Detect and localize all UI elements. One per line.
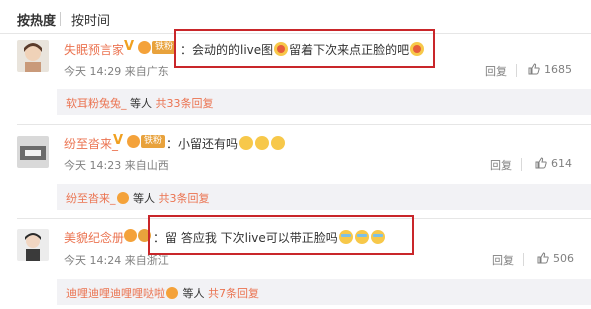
view-replies-link[interactable]: 共7条回复 bbox=[208, 287, 259, 300]
crying-emoji-icon bbox=[338, 230, 353, 244]
thumbs-up-icon bbox=[537, 252, 549, 264]
tab-separator bbox=[60, 12, 61, 26]
divider bbox=[17, 124, 591, 125]
tab-by-time[interactable]: 按时间 bbox=[71, 10, 110, 29]
reply-button[interactable]: 回复 bbox=[490, 157, 512, 173]
laughing-emoji-icon bbox=[239, 136, 254, 150]
thumbs-up-icon bbox=[535, 157, 547, 169]
sub-replies-bar: 纷至沓来_ 等人 共3条回复 bbox=[57, 184, 591, 210]
comment-text-part: ：留 答应我 下次live可以带正脸吗 bbox=[153, 231, 338, 245]
crying-emoji-icon bbox=[354, 230, 369, 244]
sub-reply-user[interactable]: 迪哩迪哩迪哩哩哒啦 bbox=[66, 287, 165, 300]
medal-icon bbox=[116, 192, 129, 204]
like-button[interactable]: 1685 bbox=[528, 63, 572, 76]
medal-icon bbox=[138, 41, 151, 54]
fan-badge: 铁粉 bbox=[152, 41, 177, 54]
sub-reply-middle: 等人 bbox=[129, 192, 159, 205]
avatar[interactable] bbox=[17, 229, 49, 261]
sub-replies-summary: 纷至沓来_ 等人 共3条回复 bbox=[66, 190, 210, 206]
crying-emoji-icon bbox=[370, 230, 385, 244]
like-count: 1685 bbox=[544, 63, 572, 76]
tabs-divider bbox=[0, 33, 591, 34]
like-count: 614 bbox=[551, 157, 572, 170]
comment-time-location: 今天 14:29 来自广东 bbox=[64, 65, 169, 78]
medal-icon bbox=[127, 135, 140, 148]
comment-time-location: 今天 14:24 来自浙江 bbox=[64, 254, 169, 267]
laughing-emoji-icon bbox=[255, 136, 270, 150]
commenter-name[interactable]: 失眠预言家 bbox=[64, 41, 124, 58]
tab-by-heat[interactable]: 按热度 bbox=[17, 10, 56, 29]
view-replies-link[interactable]: 共33条回复 bbox=[156, 97, 214, 110]
comment-text: ：会动的的live图 留着下次来点正脸的吧 bbox=[180, 41, 425, 58]
medal-icon bbox=[166, 287, 178, 299]
sub-reply-middle: 等人 bbox=[179, 287, 208, 300]
reply-button[interactable]: 回复 bbox=[485, 63, 507, 79]
comment-text-part: ：会动的的live图 bbox=[180, 43, 274, 57]
sub-replies-summary: 软耳粉兔兔_ 等人 共33条回复 bbox=[66, 95, 214, 111]
separator bbox=[516, 64, 517, 77]
sub-replies-bar: 软耳粉兔兔_ 等人 共33条回复 bbox=[57, 89, 591, 115]
fan-badge: 铁粉 bbox=[141, 135, 166, 148]
comment-text: ：留 答应我 下次live可以带正脸吗 bbox=[153, 229, 386, 246]
separator bbox=[521, 158, 522, 171]
fire-emoji-icon bbox=[274, 42, 289, 56]
laughing-emoji-icon bbox=[271, 136, 286, 150]
like-button[interactable]: 614 bbox=[535, 157, 572, 170]
view-replies-link[interactable]: 共3条回复 bbox=[159, 192, 210, 205]
reply-button[interactable]: 回复 bbox=[492, 252, 514, 268]
medal-icon bbox=[138, 229, 151, 242]
sub-reply-user[interactable]: 纷至沓来_ bbox=[66, 192, 116, 205]
comment-text-part: ：小留还有吗 bbox=[166, 137, 239, 151]
medal-icon bbox=[124, 229, 137, 242]
avatar[interactable] bbox=[17, 136, 49, 168]
fire-emoji-icon bbox=[410, 42, 425, 56]
sub-replies-bar: 迪哩迪哩迪哩哩哒啦 等人 共7条回复 bbox=[57, 279, 591, 305]
sub-reply-middle: 等人 bbox=[126, 97, 156, 110]
thumbs-up-icon bbox=[528, 63, 540, 75]
sub-reply-user[interactable]: 软耳粉兔兔_ bbox=[66, 97, 127, 110]
comment-text: ：小留还有吗 bbox=[166, 135, 286, 152]
like-button[interactable]: 506 bbox=[537, 252, 574, 265]
verified-v-icon: V bbox=[113, 133, 124, 148]
sub-replies-summary: 迪哩迪哩迪哩哩哒啦 等人 共7条回复 bbox=[66, 285, 259, 301]
divider bbox=[17, 218, 591, 219]
commenter-name[interactable]: 纷至沓来_ bbox=[64, 135, 118, 152]
comment-text-part: 留着下次来点正脸的吧 bbox=[289, 43, 410, 57]
separator bbox=[523, 253, 524, 266]
comment-time-location: 今天 14:23 来自山西 bbox=[64, 159, 169, 172]
avatar[interactable] bbox=[17, 40, 49, 72]
sort-tabs: 按热度 按时间 bbox=[0, 0, 591, 32]
verified-v-icon: V bbox=[124, 39, 135, 54]
commenter-name[interactable]: 美貌纪念册 bbox=[64, 229, 124, 246]
like-count: 506 bbox=[553, 252, 574, 265]
